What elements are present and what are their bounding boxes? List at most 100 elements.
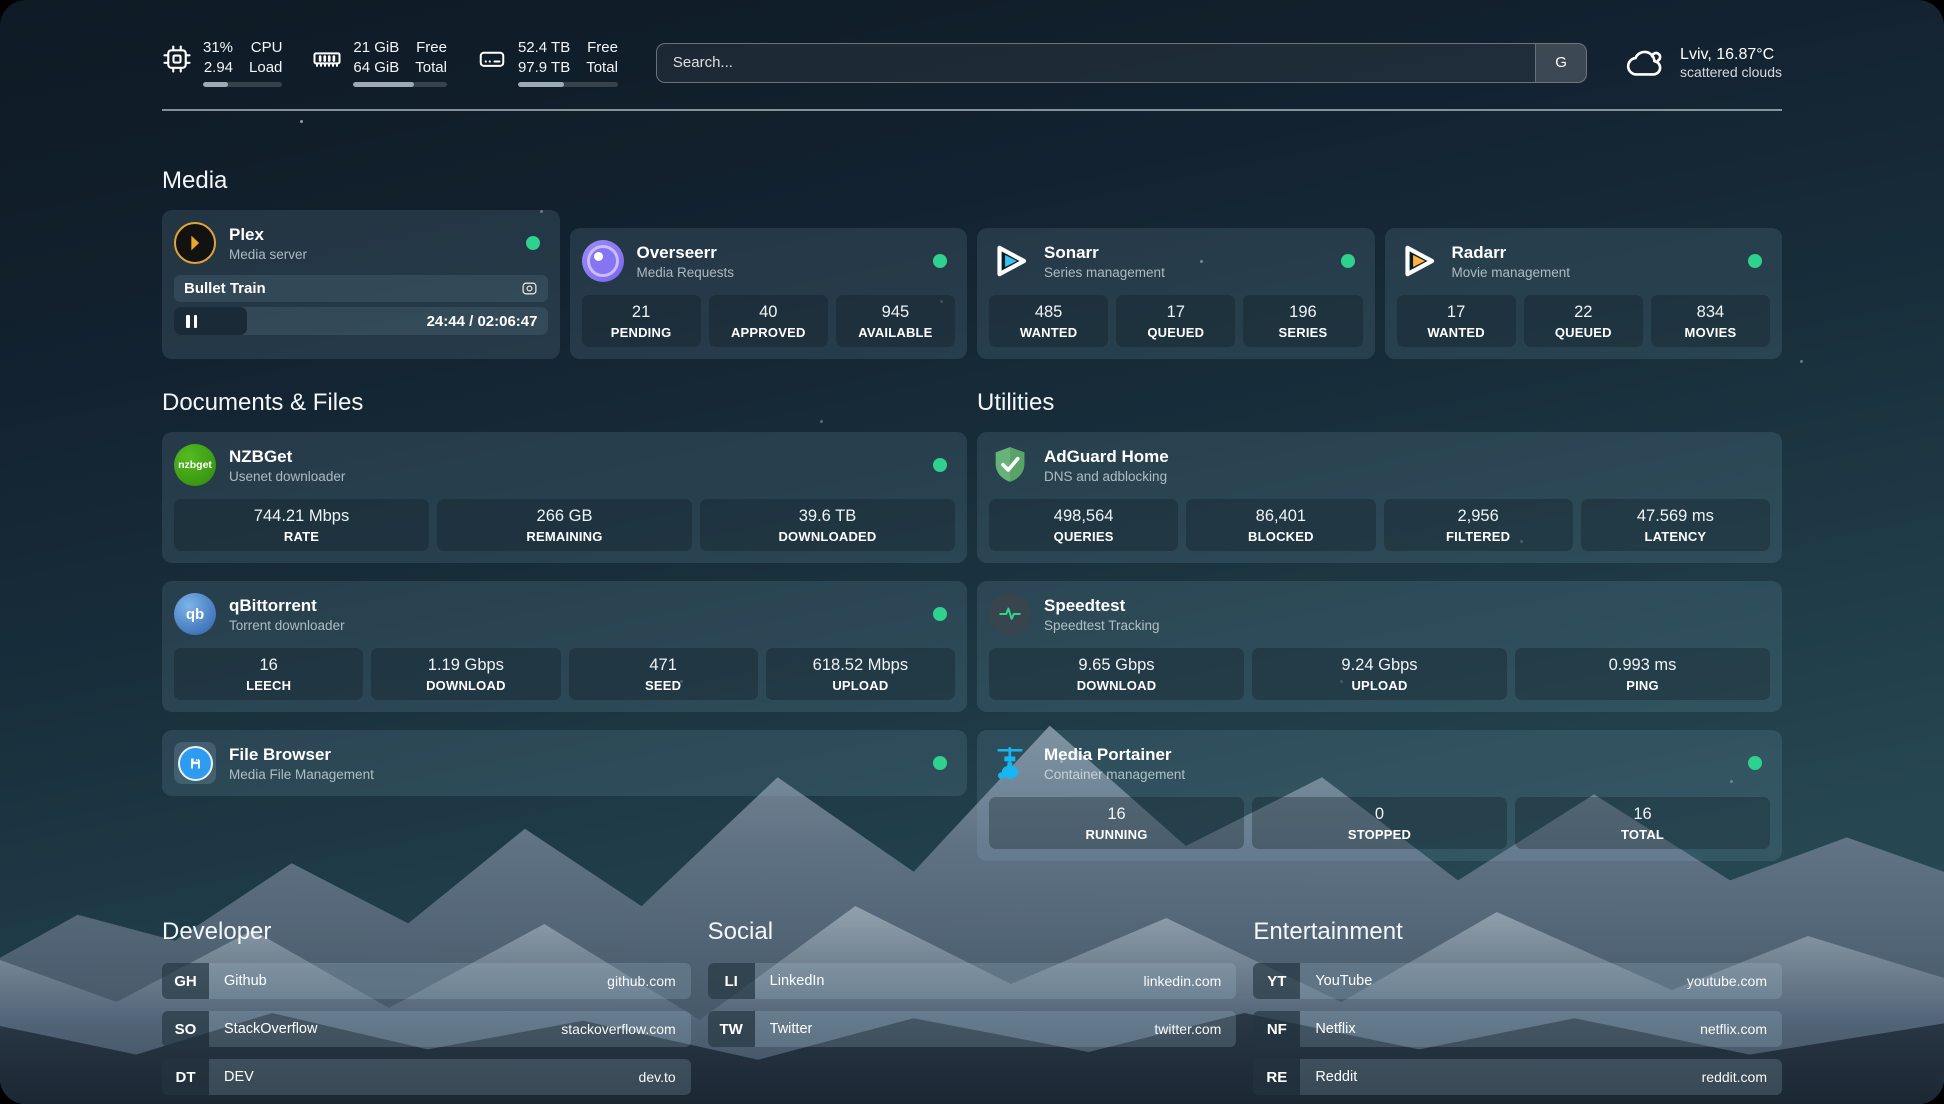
bookmark-url: netflix.com: [1700, 1011, 1782, 1047]
bookmark-name: Github: [209, 963, 267, 999]
section-title-documents: Documents & Files: [162, 389, 967, 417]
adguard-icon: [989, 444, 1031, 486]
service-card-overseerr[interactable]: Overseerr Media Requests 21 PENDING 40 A…: [570, 228, 968, 359]
disk-widget: 52.4 TB 97.9 TB Free Total: [477, 38, 618, 87]
playback-time: 24:44 / 02:06:47: [427, 313, 538, 330]
stat-block: 17 WANTED: [1397, 295, 1516, 347]
service-card-plex[interactable]: Plex Media server Bullet Train: [162, 210, 560, 359]
stat-block: 485 WANTED: [989, 295, 1108, 347]
service-card-speedtest[interactable]: Speedtest Speedtest Tracking 9.65 Gbps D…: [977, 581, 1782, 712]
stat-block: 266 GB REMAINING: [437, 499, 692, 551]
cpu-progress-track: [203, 82, 282, 87]
status-dot: [1748, 254, 1762, 268]
stat-block: 9.65 Gbps DOWNLOAD: [989, 648, 1244, 700]
now-playing-title: Bullet Train: [184, 280, 266, 297]
service-card-filebrowser[interactable]: File Browser Media File Management: [162, 730, 967, 796]
service-desc: Speedtest Tracking: [1044, 618, 1160, 633]
bookmark-twitter[interactable]: TW Twitter twitter.com: [708, 1011, 1237, 1047]
search-provider-button[interactable]: G: [1535, 44, 1586, 82]
bookmark-name: Netflix: [1300, 1011, 1355, 1047]
bookmark-name: DEV: [209, 1059, 254, 1095]
bookmarks-grid: Developer GH Github github.com SO StackO…: [162, 918, 1782, 1104]
status-dot: [933, 607, 947, 621]
memory-free-value: 21 GiB: [353, 38, 399, 58]
service-card-adguard[interactable]: AdGuard Home DNS and adblocking 498,564 …: [977, 432, 1782, 563]
bookmark-reddit[interactable]: RE Reddit reddit.com: [1253, 1059, 1782, 1095]
service-desc: Media server: [229, 247, 307, 262]
service-desc: Media Requests: [637, 265, 735, 280]
stat-block: 196 SERIES: [1243, 295, 1362, 347]
speedtest-icon: [989, 593, 1031, 635]
pause-icon[interactable]: [186, 315, 197, 328]
disk-total-label: Total: [586, 58, 618, 78]
bookmark-name: Twitter: [755, 1011, 813, 1047]
bookmark-url: reddit.com: [1702, 1059, 1782, 1095]
service-name: Overseerr: [637, 243, 735, 263]
top-bar: 31% 2.94 CPU Load: [162, 0, 1782, 87]
bookmark-github[interactable]: GH Github github.com: [162, 963, 691, 999]
service-card-sonarr[interactable]: Sonarr Series management 485 WANTED 17 Q…: [977, 228, 1375, 359]
bookmark-group-title: Social: [708, 918, 1237, 946]
bookmark-abbr: RE: [1253, 1059, 1300, 1095]
bookmark-name: StackOverflow: [209, 1011, 317, 1047]
stat-block: 39.6 TB DOWNLOADED: [700, 499, 955, 551]
bookmark-netflix[interactable]: NF Netflix netflix.com: [1253, 1011, 1782, 1047]
documents-column: Documents & Files nzbget NZBGet Usenet d…: [162, 359, 967, 796]
bookmark-url: linkedin.com: [1144, 963, 1237, 999]
bookmark-group-entertainment: Entertainment YT YouTube youtube.com NF …: [1253, 918, 1782, 1104]
status-dot: [933, 756, 947, 770]
disk-total-value: 97.9 TB: [518, 58, 570, 78]
service-card-qbittorrent[interactable]: qb qBittorrent Torrent downloader 16 LEE…: [162, 581, 967, 712]
bookmark-url: twitter.com: [1154, 1011, 1236, 1047]
bookmark-dev[interactable]: DT DEV dev.to: [162, 1059, 691, 1095]
service-card-nzbget[interactable]: nzbget NZBGet Usenet downloader 744.21 M…: [162, 432, 967, 563]
service-card-radarr[interactable]: Radarr Movie management 17 WANTED 22 QUE…: [1385, 228, 1783, 359]
stat-block: 17 QUEUED: [1116, 295, 1235, 347]
service-desc: Series management: [1044, 265, 1165, 280]
nzbget-icon: nzbget: [174, 444, 216, 486]
status-dot: [1748, 756, 1762, 770]
bookmark-abbr: TW: [708, 1011, 755, 1047]
memory-progress-track: [353, 82, 447, 87]
search-input[interactable]: [657, 44, 1535, 82]
status-dot: [933, 458, 947, 472]
disk-icon: [477, 44, 507, 74]
cpu-progress-fill: [203, 82, 228, 87]
weather-location-temp: Lviv, 16.87°C: [1680, 46, 1782, 64]
bookmark-abbr: DT: [162, 1059, 209, 1095]
service-desc: Torrent downloader: [229, 618, 345, 633]
search-bar: G: [656, 43, 1587, 83]
service-card-portainer[interactable]: Media Portainer Container management 16 …: [977, 730, 1782, 861]
overseerr-icon: [582, 240, 624, 282]
cpu-icon: [162, 44, 192, 74]
memory-total-value: 64 GiB: [353, 58, 399, 78]
memory-free-label: Free: [416, 38, 447, 58]
service-name: Radarr: [1452, 243, 1571, 263]
service-name: File Browser: [229, 745, 374, 765]
filebrowser-icon: [174, 742, 216, 784]
bookmark-youtube[interactable]: YT YouTube youtube.com: [1253, 963, 1782, 999]
bookmark-url: stackoverflow.com: [561, 1011, 690, 1047]
stat-block: 47.569 ms LATENCY: [1581, 499, 1770, 551]
resource-widgets: 31% 2.94 CPU Load: [162, 38, 618, 87]
cpu-load-label: Load: [249, 58, 282, 78]
status-dot: [526, 236, 540, 250]
service-desc: Container management: [1044, 767, 1185, 782]
bookmark-abbr: SO: [162, 1011, 209, 1047]
cpu-value: 31%: [203, 38, 233, 58]
bookmark-url: youtube.com: [1687, 963, 1782, 999]
bookmark-url: github.com: [607, 963, 690, 999]
section-title-utilities: Utilities: [977, 389, 1782, 417]
stat-block: 0.993 ms PING: [1515, 648, 1770, 700]
stat-block: 618.52 Mbps UPLOAD: [766, 648, 955, 700]
bookmark-stackoverflow[interactable]: SO StackOverflow stackoverflow.com: [162, 1011, 691, 1047]
stat-block: 498,564 QUERIES: [989, 499, 1178, 551]
playback-progress-bar: 24:44 / 02:06:47: [174, 307, 548, 335]
bookmark-linkedin[interactable]: LI LinkedIn linkedin.com: [708, 963, 1237, 999]
stat-block: 22 QUEUED: [1524, 295, 1643, 347]
bookmark-name: Reddit: [1300, 1059, 1357, 1095]
service-name: Media Portainer: [1044, 745, 1185, 765]
bookmark-url: dev.to: [639, 1059, 691, 1095]
memory-widget: 21 GiB 64 GiB Free Total: [312, 38, 447, 87]
stat-block: 744.21 Mbps RATE: [174, 499, 429, 551]
